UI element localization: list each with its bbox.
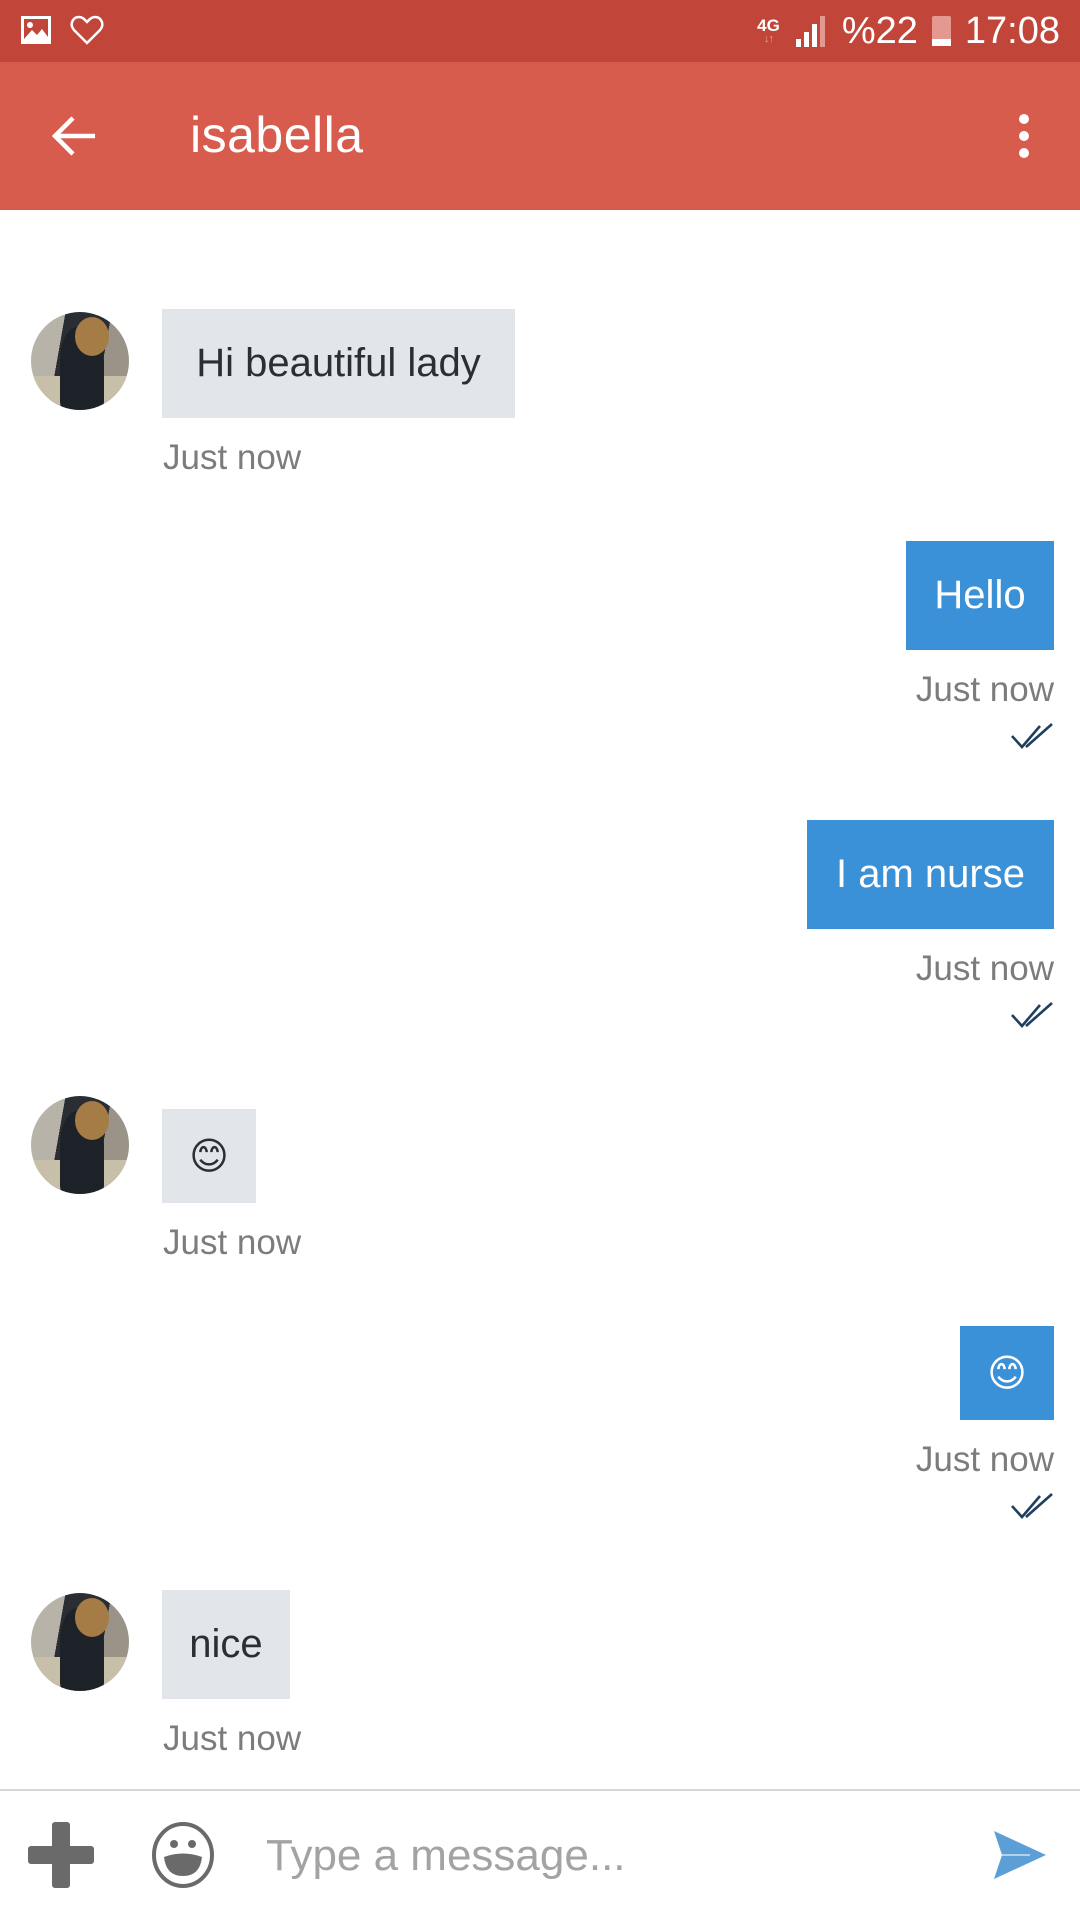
app-bar: isabella [0,62,1080,210]
data-arrows-icon: ↓↑ [764,33,774,45]
contact-avatar[interactable] [31,312,129,410]
send-icon[interactable] [990,1825,1050,1885]
network-type: 4G [757,16,780,35]
contact-avatar[interactable] [31,1096,129,1194]
contact-avatar[interactable] [31,1593,129,1691]
message-timestamp: Just now [163,438,302,477]
double-check-icon [1011,1493,1053,1519]
notification-icons [20,15,104,45]
message-text: Hi beautiful lady [196,341,481,385]
message-timestamp: Just now [915,670,1054,709]
smiling-emoji: 😊 [189,1135,229,1178]
plus-icon[interactable] [26,1820,96,1890]
double-check-icon [1011,723,1053,749]
battery-percent: %22 [841,9,918,52]
message-bubble-outgoing[interactable]: I am nurse [807,820,1054,929]
emoji-icon[interactable] [150,1820,216,1890]
message-bubble-outgoing[interactable]: 😊 [960,1326,1054,1420]
clock: 17:08 [964,9,1060,52]
arrow-left-icon [51,116,95,156]
more-options-button[interactable] [1004,104,1044,168]
message-bubble-incoming[interactable]: Hi beautiful lady [162,309,515,418]
battery-icon [931,16,951,46]
message-timestamp: Just now [163,1719,302,1758]
back-button[interactable] [42,104,106,168]
message-bubble-outgoing[interactable]: Hello [906,541,1054,650]
status-bar: 4G ↓↑ %22 17:08 [0,0,1080,62]
message-text: nice [189,1622,263,1666]
message-text: Hello [934,573,1026,617]
double-check-icon [1011,1002,1053,1028]
heart-icon [70,15,104,45]
message-text: I am nurse [836,852,1025,896]
gallery-icon [21,16,51,44]
more-vert-icon [1019,114,1029,124]
chat-title: isabella [190,107,364,163]
message-composer [0,1791,1080,1920]
system-status: 4G ↓↑ %22 17:08 [757,8,1060,54]
message-timestamp: Just now [915,1440,1054,1479]
smiling-emoji: 😊 [987,1352,1027,1395]
message-timestamp: Just now [163,1223,302,1262]
message-timestamp: Just now [915,949,1054,988]
message-bubble-incoming[interactable]: 😊 [162,1109,256,1203]
message-list[interactable]: Hi beautiful lady Just now Hello Just no… [0,210,1080,1790]
signal-icon [795,16,825,47]
message-bubble-incoming[interactable]: nice [162,1590,290,1699]
network-indicator: 4G ↓↑ [757,17,780,45]
message-input[interactable] [266,1821,966,1891]
